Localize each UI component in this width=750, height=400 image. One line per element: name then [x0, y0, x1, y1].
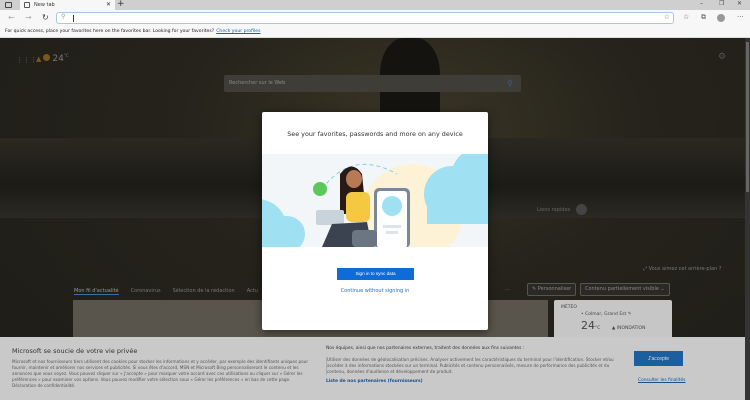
settings-gear-icon[interactable]: ⚙	[718, 52, 726, 62]
add-favorite-icon[interactable]: ☆	[664, 13, 670, 21]
weather-card-temp: 24	[581, 319, 595, 332]
minimize-icon[interactable]: –	[700, 0, 703, 8]
close-tab-icon[interactable]: ✕	[106, 0, 111, 10]
alert-text: INONDATION	[616, 326, 646, 331]
temp-unit: °C	[63, 53, 69, 58]
close-window-icon[interactable]: ✕	[737, 0, 742, 8]
favorites-bar: For quick access, place your favorites h…	[0, 26, 750, 38]
new-tab-button[interactable]: +	[117, 0, 125, 9]
cookie-body: Microsoft et nos fournisseurs tiers util…	[12, 359, 309, 388]
more-menu-icon[interactable]: ···	[737, 13, 744, 21]
text-cursor	[73, 15, 74, 22]
temperature: 24	[52, 54, 64, 64]
web-search-input[interactable]: Rechercher sur le Web ⚲	[224, 75, 521, 92]
tab-actions-icon[interactable]	[5, 2, 12, 8]
tab-coronavirus[interactable]: Coronavirus	[131, 288, 161, 294]
favorites-icon[interactable]: ☆	[683, 13, 689, 21]
warning-icon: ▲	[36, 55, 42, 63]
more-tabs-button[interactable]: ...	[505, 286, 510, 292]
location-text: Colmar, Grand Est	[585, 312, 627, 317]
address-toolbar: ← → ↻ ⚲ ☆ ☆ ⧉ ···	[0, 10, 750, 26]
weather-widget[interactable]: ▲ 24°C	[36, 53, 69, 64]
sun-icon	[43, 54, 51, 61]
tab-title: New tab	[34, 2, 55, 8]
check-profiles-link[interactable]: Check your profiles	[216, 29, 260, 34]
accept-button[interactable]: J'accepte	[634, 351, 683, 366]
content-visibility-dropdown[interactable]: Contenu partiellement visible ⌄	[580, 283, 670, 296]
sync-illustration	[262, 154, 488, 247]
forward-icon[interactable]: →	[25, 13, 32, 22]
personalize-label: Personnaliser	[537, 286, 572, 292]
weather-location: • Colmar, Grand Est ✎	[581, 312, 632, 317]
restore-icon[interactable]: ❐	[719, 0, 724, 8]
partners-list-link[interactable]: Liste de nos partenaires (fournisseurs)	[326, 379, 423, 384]
scrollbar-thumb[interactable]	[746, 42, 749, 192]
profile-avatar[interactable]	[717, 14, 725, 22]
chevron-down-icon: ⌄	[660, 286, 665, 292]
cookie-title: Microsoft se soucie de votre vie privée	[12, 347, 138, 355]
tab-mon-fil[interactable]: Mon fil d'actualité	[74, 288, 119, 295]
sign-in-sync-button[interactable]: Sign in to sync data	[337, 268, 414, 280]
cookie-consent-banner: Microsoft se soucie de votre vie privée …	[0, 337, 745, 400]
tab-page-icon	[24, 2, 30, 8]
page-scrollbar[interactable]	[745, 38, 750, 400]
quick-links-label: Liens rapides	[537, 207, 571, 213]
tab-new-tab[interactable]: New tab ✕	[20, 0, 115, 10]
apps-grid-icon[interactable]: ⋮⋮⋮	[16, 56, 37, 64]
weather-card-unit: °C	[595, 326, 601, 331]
weather-card-title: MÉTÉO	[561, 305, 577, 310]
consult-purposes-link[interactable]: Consulter les finalités	[638, 378, 685, 383]
quick-links-toggle[interactable]: Liens rapides	[537, 204, 588, 215]
chevron-down-icon	[576, 204, 588, 215]
refresh-icon[interactable]: ↻	[42, 13, 49, 22]
search-placeholder: Rechercher sur le Web	[229, 80, 286, 86]
favorites-message: For quick access, place your favorites h…	[5, 29, 215, 34]
weather-alert: ▲ INONDATION	[611, 326, 646, 331]
collections-icon[interactable]: ⧉	[701, 13, 706, 22]
sync-dialog: See your favorites, passwords and more o…	[262, 112, 488, 330]
back-icon[interactable]: ←	[8, 13, 15, 22]
partners-heading: Nos équipes, ainsi que nos partenaires e…	[326, 346, 525, 351]
search-icon[interactable]: ⚲	[507, 75, 513, 92]
weather-card[interactable]: MÉTÉO • Colmar, Grand Est ✎ 24°C ▲ INOND…	[554, 300, 672, 340]
address-bar[interactable]: ⚲ ☆	[56, 12, 674, 24]
search-icon: ⚲	[61, 13, 66, 20]
personalize-button[interactable]: ✎ Personnaliser	[527, 283, 577, 296]
tab-selection[interactable]: Sélection de la rédaction	[173, 288, 235, 294]
tab-actu[interactable]: Actu	[247, 288, 258, 294]
background-prompt: Vous aimez cet arrière-plan ?	[648, 266, 722, 272]
tab-bar: New tab ✕ + – ❐ ✕	[0, 0, 750, 10]
dialog-title: See your favorites, passwords and more o…	[287, 130, 463, 138]
content-visibility-label: Contenu partiellement visible	[585, 286, 659, 292]
background-feedback[interactable]: ⤢ Vous aimez cet arrière-plan ?	[643, 266, 721, 272]
partners-body: Utiliser des données de géolocalisation …	[326, 357, 616, 375]
continue-without-signin-link[interactable]: Continue without signing in	[262, 288, 488, 294]
feed-tabs: Mon fil d'actualité Coronavirus Sélection …	[74, 288, 270, 295]
